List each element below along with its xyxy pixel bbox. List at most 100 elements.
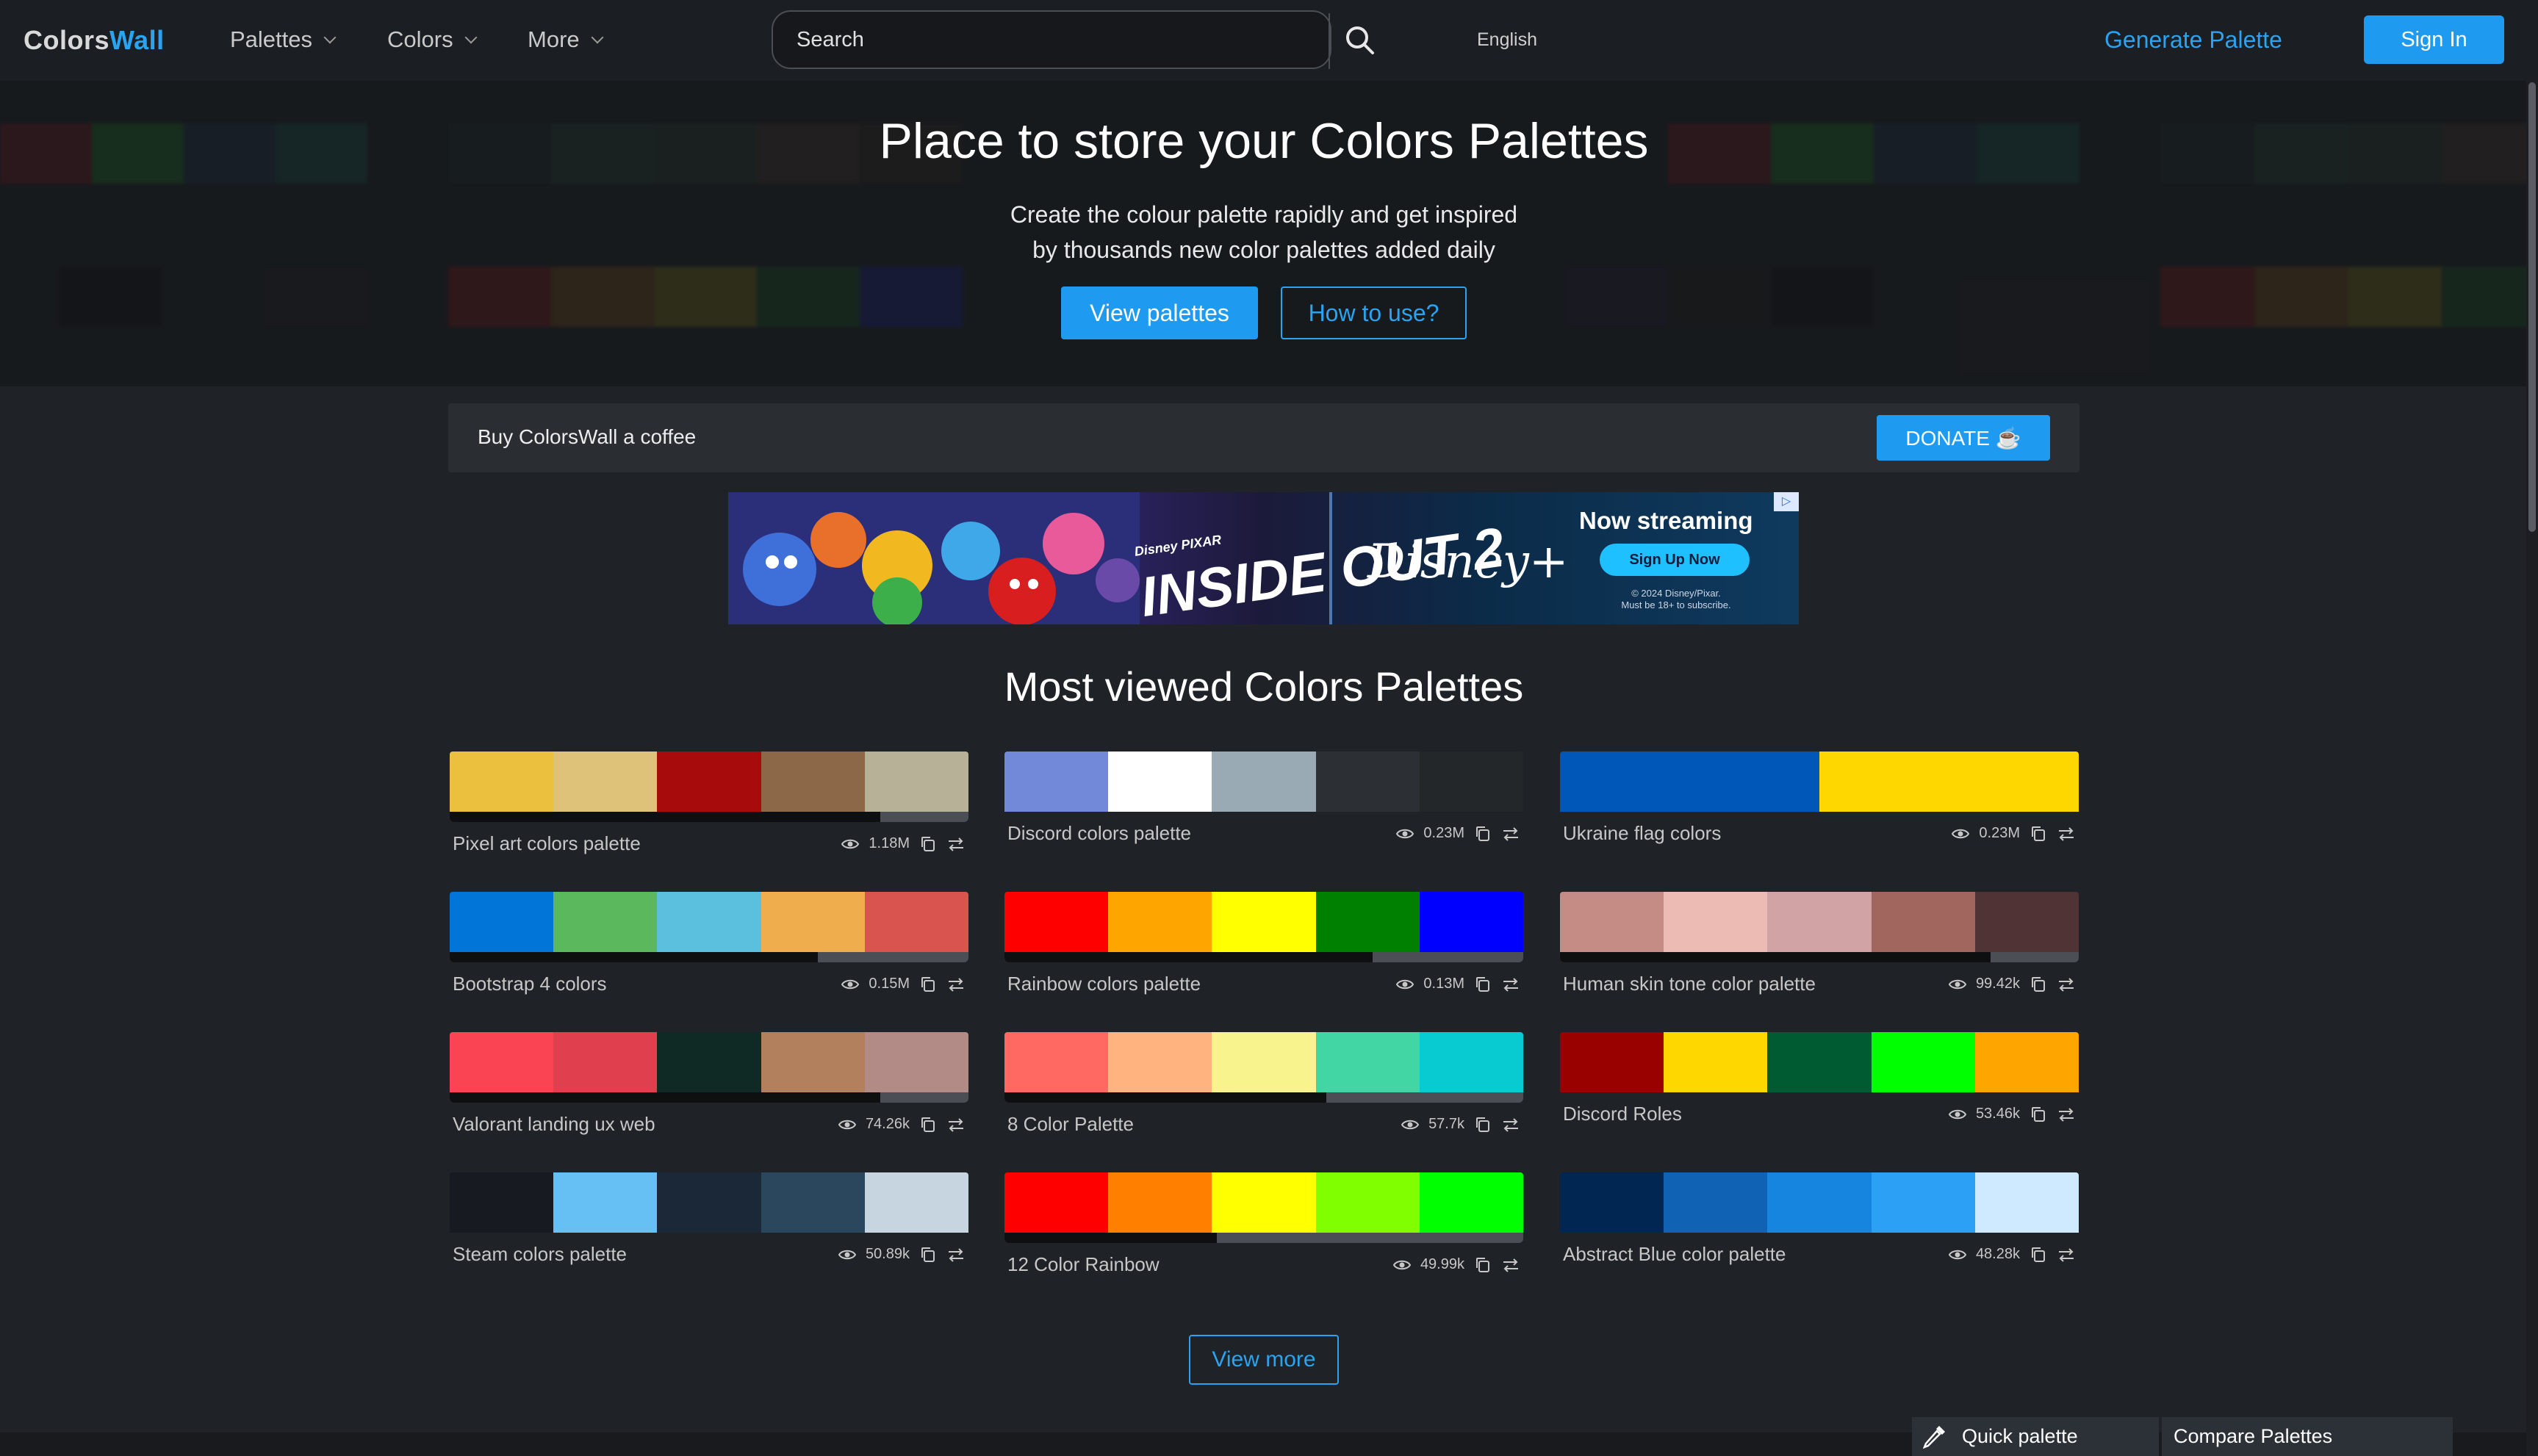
copy-icon[interactable]: [919, 1115, 938, 1134]
advertisement-banner[interactable]: Disney PIXAR INSIDE OUT 2 Disney+ Now st…: [728, 492, 1799, 624]
compare-arrows-icon[interactable]: [946, 975, 966, 994]
search-icon[interactable]: [1342, 22, 1378, 59]
compare-arrows-icon[interactable]: [1501, 975, 1520, 994]
copy-icon[interactable]: [2029, 824, 2048, 843]
copy-icon[interactable]: [2029, 975, 2048, 994]
compare-arrows-icon[interactable]: [1501, 1255, 1520, 1275]
color-swatch[interactable]: [1767, 892, 1872, 952]
color-swatch[interactable]: [450, 1032, 554, 1092]
palette-swatches[interactable]: [1560, 1032, 2079, 1092]
palette-name[interactable]: 8 Color Palette: [1007, 1113, 1134, 1136]
color-swatch[interactable]: [1664, 1172, 1768, 1233]
copy-icon[interactable]: [919, 975, 938, 994]
color-swatch[interactable]: [657, 1172, 761, 1233]
color-swatch[interactable]: [1004, 1172, 1109, 1233]
palette-name[interactable]: Bootstrap 4 colors: [453, 973, 607, 995]
palette-card[interactable]: 8 Color Palette 57.7k: [1004, 1032, 1523, 1136]
ad-signup-button[interactable]: Sign Up Now: [1600, 544, 1750, 576]
nav-more[interactable]: More: [528, 26, 604, 53]
color-swatch[interactable]: [1974, 1032, 2079, 1092]
palette-name[interactable]: Pixel art colors palette: [453, 832, 641, 855]
color-swatch[interactable]: [1108, 752, 1212, 812]
palette-name[interactable]: Rainbow colors palette: [1007, 973, 1201, 995]
color-swatch[interactable]: [1974, 892, 2079, 952]
palette-swatches[interactable]: [1560, 752, 2079, 812]
how-to-use-button[interactable]: How to use?: [1281, 286, 1467, 339]
palette-card[interactable]: Steam colors palette 50.89k: [450, 1172, 968, 1266]
color-swatch[interactable]: [1315, 1172, 1420, 1233]
quick-palette-button[interactable]: Quick palette: [1912, 1417, 2159, 1456]
color-swatch[interactable]: [1560, 892, 1664, 952]
palette-name[interactable]: Steam colors palette: [453, 1243, 627, 1266]
nav-palettes[interactable]: Palettes: [230, 26, 337, 53]
color-swatch[interactable]: [761, 1032, 865, 1092]
palette-name[interactable]: Ukraine flag colors: [1563, 822, 1721, 845]
donate-button[interactable]: DONATE ☕: [1877, 415, 2050, 461]
color-swatch[interactable]: [1664, 1032, 1768, 1092]
color-swatch[interactable]: [864, 1032, 968, 1092]
copy-icon[interactable]: [919, 1245, 938, 1264]
palette-name[interactable]: Human skin tone color palette: [1563, 973, 1816, 995]
compare-arrows-icon[interactable]: [946, 835, 966, 854]
color-swatch[interactable]: [1212, 892, 1316, 952]
copy-icon[interactable]: [1473, 1115, 1492, 1134]
color-swatch[interactable]: [553, 1032, 658, 1092]
compare-arrows-icon[interactable]: [2057, 824, 2076, 843]
compare-arrows-icon[interactable]: [946, 1245, 966, 1264]
color-swatch[interactable]: [1767, 1172, 1872, 1233]
compare-arrows-icon[interactable]: [1501, 824, 1520, 843]
color-swatch[interactable]: [1974, 1172, 2079, 1233]
search-input[interactable]: [772, 10, 1331, 69]
palette-card[interactable]: Abstract Blue color palette 48.28k: [1560, 1172, 2079, 1266]
palette-card[interactable]: Rainbow colors palette 0.13M: [1004, 892, 1523, 995]
color-swatch[interactable]: [450, 1172, 554, 1233]
nav-colors[interactable]: Colors: [387, 26, 478, 53]
color-swatch[interactable]: [1108, 1172, 1212, 1233]
color-swatch[interactable]: [1819, 752, 2079, 812]
generate-palette-link[interactable]: Generate Palette: [2104, 26, 2282, 54]
palette-name[interactable]: Abstract Blue color palette: [1563, 1243, 1786, 1266]
palette-card[interactable]: 12 Color Rainbow 49.99k: [1004, 1172, 1523, 1276]
color-swatch[interactable]: [1212, 1172, 1316, 1233]
compare-arrows-icon[interactable]: [2057, 975, 2076, 994]
color-swatch[interactable]: [1560, 1032, 1664, 1092]
palette-swatches[interactable]: [450, 752, 968, 812]
palette-card[interactable]: Discord colors palette 0.23M: [1004, 752, 1523, 845]
copy-icon[interactable]: [919, 835, 938, 854]
color-swatch[interactable]: [450, 892, 554, 952]
palette-card[interactable]: Ukraine flag colors 0.23M: [1560, 752, 2079, 845]
color-swatch[interactable]: [1108, 892, 1212, 952]
color-swatch[interactable]: [1419, 1172, 1523, 1233]
color-swatch[interactable]: [1315, 752, 1420, 812]
compare-arrows-icon[interactable]: [2057, 1245, 2076, 1264]
color-swatch[interactable]: [1871, 1032, 1975, 1092]
compare-arrows-icon[interactable]: [946, 1115, 966, 1134]
palette-swatches[interactable]: [1004, 1172, 1523, 1233]
palette-card[interactable]: Valorant landing ux web 74.26k: [450, 1032, 968, 1136]
copy-icon[interactable]: [1473, 1255, 1492, 1275]
palette-swatches[interactable]: [1004, 1032, 1523, 1092]
site-logo[interactable]: ColorsWall: [24, 25, 165, 56]
palette-swatches[interactable]: [450, 1172, 968, 1233]
color-swatch[interactable]: [1004, 892, 1109, 952]
copy-icon[interactable]: [2029, 1245, 2048, 1264]
copy-icon[interactable]: [1473, 824, 1492, 843]
color-swatch[interactable]: [553, 752, 658, 812]
palette-card[interactable]: Human skin tone color palette 99.42k: [1560, 892, 2079, 995]
palette-swatches[interactable]: [450, 892, 968, 952]
palette-card[interactable]: Bootstrap 4 colors 0.15M: [450, 892, 968, 995]
color-swatch[interactable]: [657, 892, 761, 952]
color-swatch[interactable]: [761, 752, 865, 812]
palette-card[interactable]: Discord Roles 53.46k: [1560, 1032, 2079, 1125]
compare-arrows-icon[interactable]: [1501, 1115, 1520, 1134]
palette-name[interactable]: Discord colors palette: [1007, 822, 1191, 845]
color-swatch[interactable]: [1419, 752, 1523, 812]
color-swatch[interactable]: [1004, 752, 1109, 812]
copy-icon[interactable]: [2029, 1105, 2048, 1124]
palette-swatches[interactable]: [1560, 892, 2079, 952]
compare-palettes-button[interactable]: Compare Palettes: [2162, 1417, 2453, 1456]
palette-swatches[interactable]: [450, 1032, 968, 1092]
color-swatch[interactable]: [1664, 892, 1768, 952]
color-swatch[interactable]: [1212, 1032, 1316, 1092]
color-swatch[interactable]: [864, 752, 968, 812]
